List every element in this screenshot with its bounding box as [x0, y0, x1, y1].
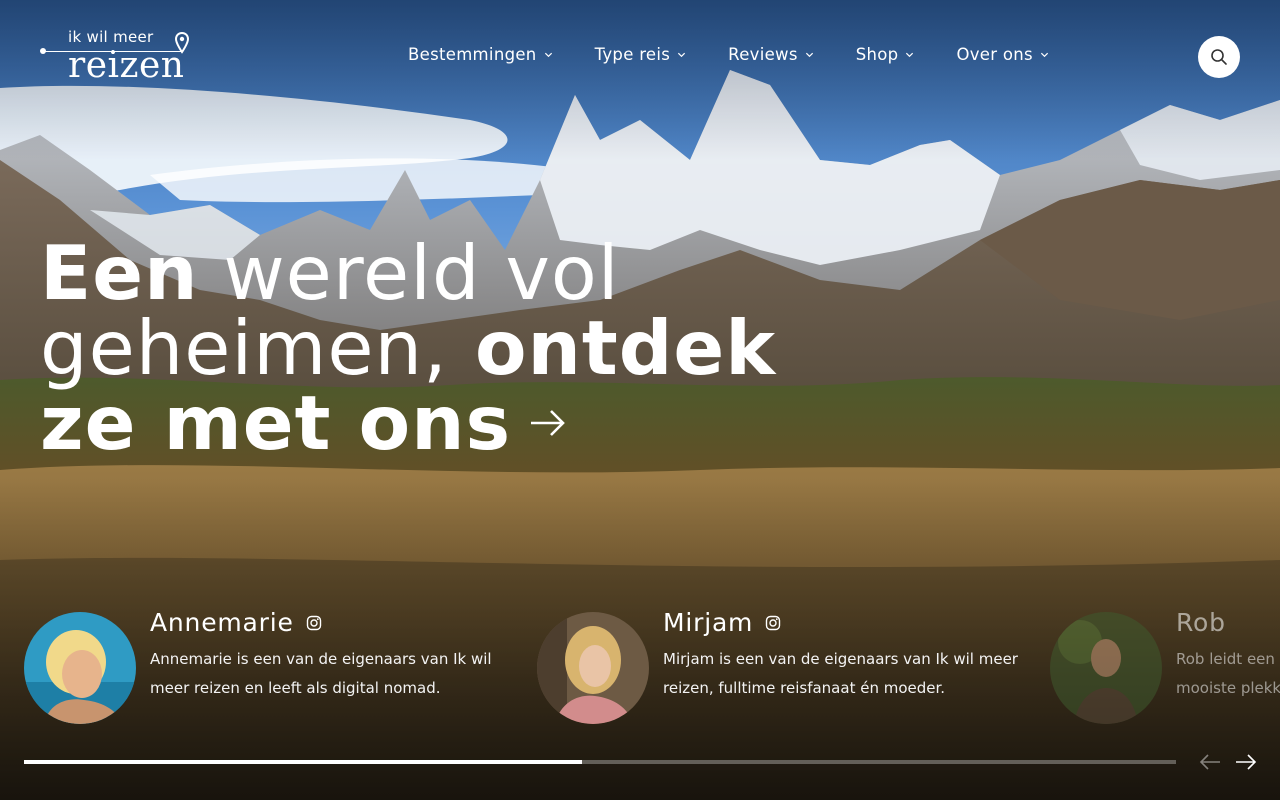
chevron-down-icon [805, 52, 813, 58]
team-carousel: Annemarie Annemarie is een van de eigena… [24, 612, 1280, 727]
name-text: Annemarie [150, 612, 294, 637]
chevron-down-icon [544, 52, 552, 58]
nav-label: Over ons [956, 45, 1033, 64]
avatar [24, 612, 136, 724]
nav-label: Bestemmingen [408, 45, 537, 64]
nav-label: Reviews [728, 45, 798, 64]
team-card-annemarie[interactable]: Annemarie Annemarie is een van de eigena… [24, 612, 524, 727]
nav-item-shop[interactable]: Shop [856, 45, 915, 64]
nav-item-type-reis[interactable]: Type reis [595, 45, 687, 64]
search-icon [1211, 49, 1227, 65]
nav-item-over-ons[interactable]: Over ons [956, 45, 1049, 64]
carousel-progress-fill [24, 760, 582, 764]
instagram-icon[interactable] [306, 615, 322, 631]
nav-item-reviews[interactable]: Reviews [728, 45, 814, 64]
team-card-mirjam[interactable]: Mirjam Mirjam is een van de eigenaars va… [537, 612, 1037, 727]
chevron-down-icon [906, 52, 914, 58]
nav-item-bestemmingen[interactable]: Bestemmingen [408, 45, 553, 64]
hero-headline[interactable]: Een wereld vol geheimen, ontdek ze met o… [40, 236, 840, 461]
carousel-prev-button[interactable] [1198, 751, 1222, 773]
team-member-name: Rob [1176, 612, 1226, 637]
team-card-rob[interactable]: Rob Rob leidt een r mooiste plekk [1050, 612, 1280, 727]
arrow-left-icon [1199, 754, 1220, 770]
logo-wordmark: reizen [68, 45, 185, 86]
carousel-progress-bar[interactable] [24, 760, 1176, 764]
site-logo[interactable]: ik wil meer reizen [40, 28, 192, 86]
arrow-right-icon [531, 410, 566, 437]
chevron-down-icon [678, 52, 686, 58]
team-member-name: Annemarie [150, 612, 322, 637]
instagram-icon[interactable] [765, 615, 781, 631]
map-pin-icon [175, 32, 189, 54]
team-member-bio: Mirjam is een van de eigenaars van Ik wi… [663, 650, 1018, 697]
name-text: Rob [1176, 612, 1226, 637]
chevron-down-icon [1040, 52, 1049, 58]
team-member-bio: Rob leidt een r mooiste plekk [1176, 650, 1280, 697]
team-member-bio: Annemarie is een van de eigenaars van Ik… [150, 650, 492, 697]
avatar [1050, 612, 1162, 724]
team-member-name: Mirjam [663, 612, 781, 637]
logo-tagline: ik wil meer [68, 28, 154, 46]
carousel-next-button[interactable] [1234, 751, 1258, 773]
name-text: Mirjam [663, 612, 754, 637]
main-navigation: Bestemmingen Type reis Reviews Shop Over… [408, 45, 1091, 64]
nav-label: Shop [855, 45, 899, 64]
search-button[interactable] [1198, 36, 1240, 78]
avatar [537, 612, 649, 724]
nav-label: Type reis [594, 45, 671, 64]
arrow-right-icon [1236, 754, 1257, 770]
